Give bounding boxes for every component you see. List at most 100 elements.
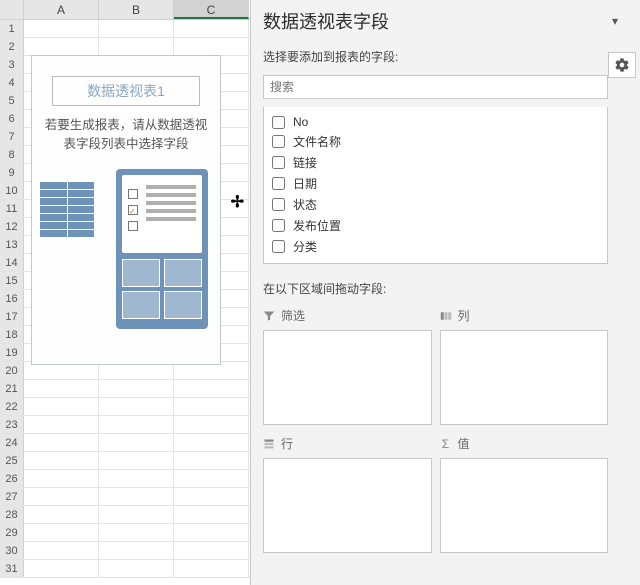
cell[interactable]: [99, 20, 174, 37]
row-header[interactable]: 6: [0, 110, 24, 127]
row-header[interactable]: 8: [0, 146, 24, 163]
row-header[interactable]: 4: [0, 74, 24, 91]
cell[interactable]: [174, 524, 249, 541]
row-header[interactable]: 26: [0, 470, 24, 487]
field-checkbox[interactable]: [272, 198, 285, 211]
area-columns-body[interactable]: [440, 330, 609, 425]
field-checkbox[interactable]: [272, 156, 285, 169]
row-header[interactable]: 10: [0, 182, 24, 199]
field-item[interactable]: 链接: [264, 152, 607, 173]
cell[interactable]: [99, 560, 174, 577]
row-header[interactable]: 14: [0, 254, 24, 271]
pane-menu-button[interactable]: ▾: [612, 14, 618, 28]
cell[interactable]: [24, 524, 99, 541]
cell[interactable]: [24, 506, 99, 523]
row-header[interactable]: 25: [0, 452, 24, 469]
row-header[interactable]: 7: [0, 128, 24, 145]
cell[interactable]: [99, 380, 174, 397]
field-item[interactable]: 日期: [264, 173, 607, 194]
cell[interactable]: [24, 434, 99, 451]
row-header[interactable]: 23: [0, 416, 24, 433]
cell[interactable]: [99, 542, 174, 559]
cell[interactable]: [24, 488, 99, 505]
field-item[interactable]: 文件名称: [264, 131, 607, 152]
row-header[interactable]: 12: [0, 218, 24, 235]
cell[interactable]: [99, 506, 174, 523]
field-item[interactable]: 分类: [264, 236, 607, 257]
cell[interactable]: [174, 452, 249, 469]
cell[interactable]: [99, 38, 174, 55]
field-search-input[interactable]: [263, 75, 608, 99]
cell[interactable]: [99, 398, 174, 415]
cell[interactable]: [24, 470, 99, 487]
cell[interactable]: [174, 38, 249, 55]
row-header[interactable]: 13: [0, 236, 24, 253]
cell[interactable]: [99, 416, 174, 433]
cell[interactable]: [24, 20, 99, 37]
field-label: No: [293, 115, 308, 129]
cell[interactable]: [174, 542, 249, 559]
row-header[interactable]: 17: [0, 308, 24, 325]
row-header[interactable]: 20: [0, 362, 24, 379]
cell[interactable]: [174, 434, 249, 451]
cell[interactable]: [174, 380, 249, 397]
cell[interactable]: [99, 452, 174, 469]
cell[interactable]: [99, 524, 174, 541]
cell[interactable]: [174, 488, 249, 505]
column-header-B[interactable]: B: [99, 0, 174, 19]
row-header[interactable]: 16: [0, 290, 24, 307]
field-checkbox[interactable]: [272, 240, 285, 253]
cell[interactable]: [24, 452, 99, 469]
area-filter-body[interactable]: [263, 330, 432, 425]
row-header[interactable]: 18: [0, 326, 24, 343]
row-header[interactable]: 29: [0, 524, 24, 541]
field-item[interactable]: No: [264, 113, 607, 131]
row-header[interactable]: 24: [0, 434, 24, 451]
area-values[interactable]: Σ 值: [440, 433, 609, 553]
cell[interactable]: [99, 434, 174, 451]
select-all-corner[interactable]: [0, 0, 24, 19]
area-filter[interactable]: 筛选: [263, 305, 432, 425]
cell[interactable]: [24, 38, 99, 55]
field-layout-settings-button[interactable]: [608, 52, 636, 78]
row-header[interactable]: 19: [0, 344, 24, 361]
cell[interactable]: [174, 416, 249, 433]
field-item[interactable]: 状态: [264, 194, 607, 215]
field-checkbox[interactable]: [272, 135, 285, 148]
area-rows-body[interactable]: [263, 458, 432, 553]
cell[interactable]: [174, 560, 249, 577]
row-header[interactable]: 21: [0, 380, 24, 397]
row-header[interactable]: 1: [0, 20, 24, 37]
cell[interactable]: [24, 416, 99, 433]
cell[interactable]: [174, 398, 249, 415]
cell[interactable]: [174, 470, 249, 487]
row-header[interactable]: 15: [0, 272, 24, 289]
field-item[interactable]: 发布位置: [264, 215, 607, 236]
cell[interactable]: [24, 380, 99, 397]
field-checkbox[interactable]: [272, 116, 285, 129]
cell[interactable]: [99, 488, 174, 505]
row-header[interactable]: 2: [0, 38, 24, 55]
cell[interactable]: [99, 470, 174, 487]
row-header[interactable]: 30: [0, 542, 24, 559]
row-header[interactable]: 3: [0, 56, 24, 73]
cell[interactable]: [174, 506, 249, 523]
row-header[interactable]: 27: [0, 488, 24, 505]
cell[interactable]: [174, 20, 249, 37]
row-header[interactable]: 9: [0, 164, 24, 181]
row-header[interactable]: 22: [0, 398, 24, 415]
cell[interactable]: [24, 560, 99, 577]
field-checkbox[interactable]: [272, 177, 285, 190]
cell[interactable]: [24, 398, 99, 415]
column-header-C[interactable]: C: [174, 0, 249, 19]
row-header[interactable]: 11: [0, 200, 24, 217]
cell[interactable]: [24, 542, 99, 559]
field-checkbox[interactable]: [272, 219, 285, 232]
area-columns[interactable]: 列: [440, 305, 609, 425]
row-header[interactable]: 28: [0, 506, 24, 523]
area-rows[interactable]: 行: [263, 433, 432, 553]
column-header-A[interactable]: A: [24, 0, 99, 19]
area-values-body[interactable]: [440, 458, 609, 553]
row-header[interactable]: 5: [0, 92, 24, 109]
row-header[interactable]: 31: [0, 560, 24, 577]
